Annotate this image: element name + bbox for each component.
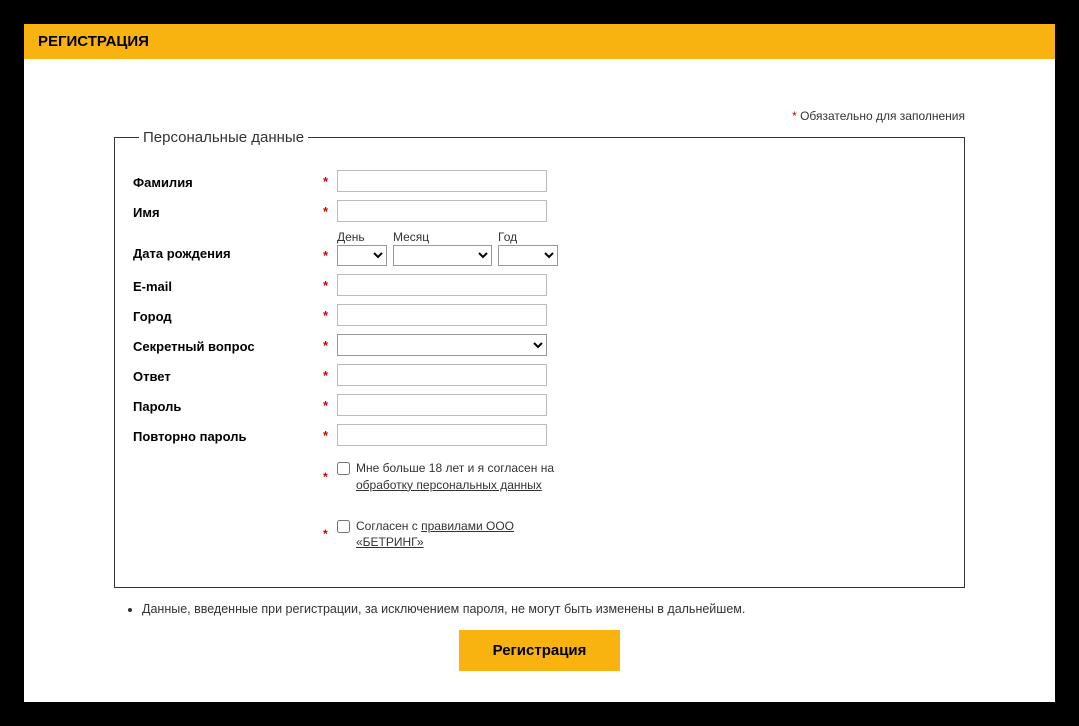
dob-day-select[interactable] [337, 245, 387, 266]
age-consent-text: Мне больше 18 лет и я согласен на обрабо… [356, 460, 557, 494]
required-indicator: * [323, 308, 337, 323]
register-button[interactable]: Регистрация [459, 630, 621, 671]
required-indicator: * [323, 230, 337, 263]
surname-input[interactable] [337, 170, 547, 192]
required-indicator: * [323, 174, 337, 189]
city-input[interactable] [337, 304, 547, 326]
password2-input[interactable] [337, 424, 547, 446]
password-input[interactable] [337, 394, 547, 416]
name-input[interactable] [337, 200, 547, 222]
answer-label: Ответ [133, 367, 323, 384]
required-indicator: * [323, 460, 337, 494]
required-indicator: * [323, 338, 337, 353]
fieldset-legend: Персональные данные [139, 129, 308, 146]
dob-group: День Месяц Год [337, 230, 946, 266]
registration-page: РЕГИСТРАЦИЯ * Обязательно для заполнения… [24, 24, 1055, 702]
required-note: * Обязательно для заполнения [114, 109, 965, 123]
personal-data-fieldset: Персональные данные Фамилия * Имя * Дата… [114, 129, 965, 588]
surname-label: Фамилия [133, 173, 323, 190]
dob-year-select[interactable] [498, 245, 558, 266]
dob-year-label: Год [498, 230, 558, 244]
password2-label: Повторно пароль [133, 427, 323, 444]
note-item: Данные, введенные при регистрации, за ис… [142, 602, 965, 616]
answer-input[interactable] [337, 364, 547, 386]
required-indicator: * [323, 368, 337, 383]
page-header: РЕГИСТРАЦИЯ [24, 24, 1055, 59]
rules-consent-checkbox[interactable] [337, 520, 350, 533]
dob-month-select[interactable] [393, 245, 492, 266]
required-indicator: * [323, 398, 337, 413]
required-text: Обязательно для заполнения [797, 109, 965, 123]
page-title: РЕГИСТРАЦИЯ [38, 33, 149, 50]
notes-list: Данные, введенные при регистрации, за ис… [142, 602, 965, 616]
email-input[interactable] [337, 274, 547, 296]
required-indicator: * [323, 518, 337, 552]
dob-label: Дата рождения [133, 230, 323, 261]
email-label: E-mail [133, 277, 323, 294]
age-consent-checkbox[interactable] [337, 462, 350, 475]
required-indicator: * [323, 278, 337, 293]
city-label: Город [133, 307, 323, 324]
secret-question-select[interactable] [337, 334, 547, 356]
password-label: Пароль [133, 397, 323, 414]
personal-data-link[interactable]: обработку персональных данных [356, 478, 542, 492]
required-indicator: * [323, 428, 337, 443]
dob-day-label: День [337, 230, 387, 244]
secret-label: Секретный вопрос [133, 337, 323, 354]
name-label: Имя [133, 203, 323, 220]
dob-month-label: Месяц [393, 230, 492, 244]
required-indicator: * [323, 204, 337, 219]
content-area: * Обязательно для заполнения Персональны… [24, 59, 1055, 691]
rules-consent-text: Согласен с правилами ООО «БЕТРИНГ» [356, 518, 557, 552]
